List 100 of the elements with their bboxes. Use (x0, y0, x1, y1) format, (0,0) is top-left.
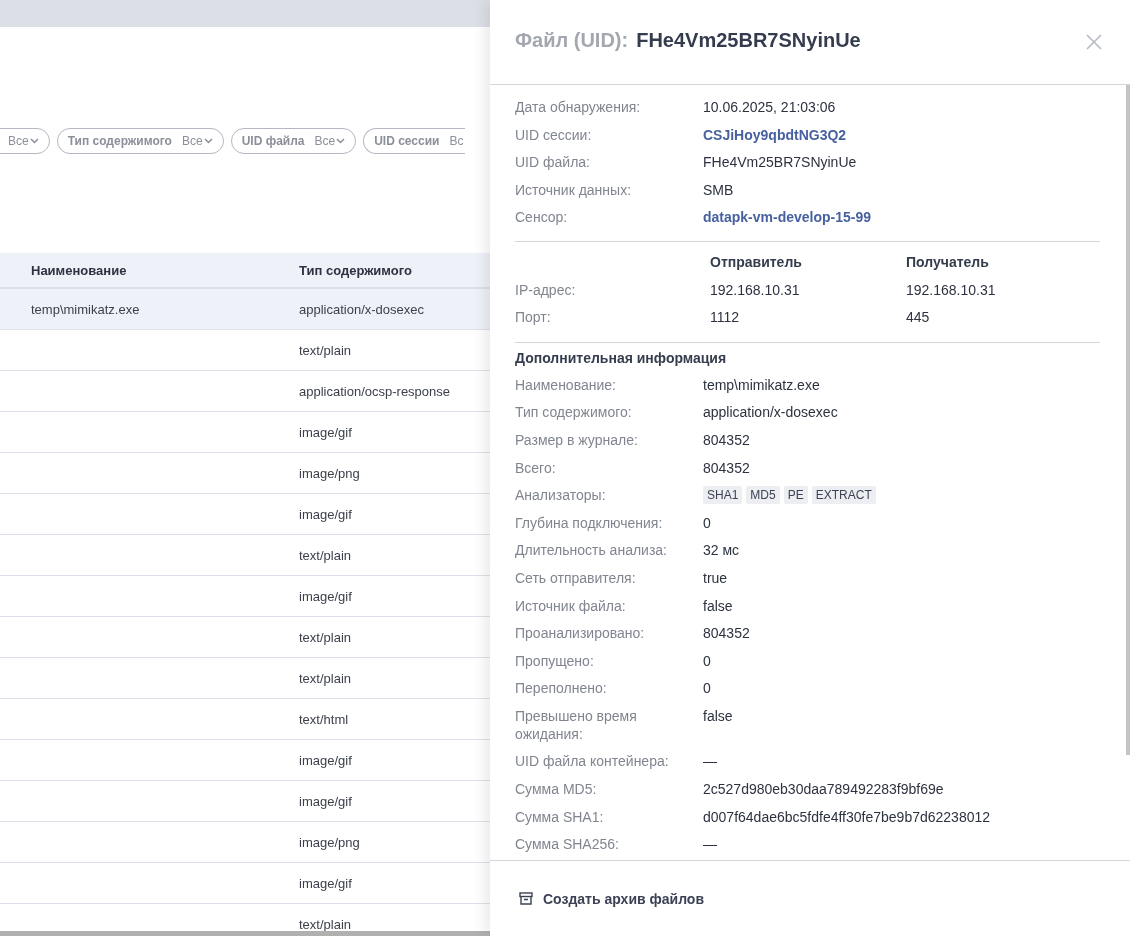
scrollbar[interactable] (1126, 85, 1130, 755)
column-header: Наименование (30, 262, 128, 278)
field-label: Превышено время ожидания: (515, 706, 638, 743)
table-cell: image/gif (299, 588, 352, 604)
field-label: Анализаторы: (515, 486, 607, 505)
table-row[interactable]: text/html (0, 699, 490, 740)
link[interactable]: CSJiHoy9qbdtNG3Q2 (703, 125, 847, 144)
table-row[interactable]: image/gif (0, 494, 490, 535)
field-value: 445 (906, 309, 931, 328)
field-label: UID сессии: (515, 125, 593, 144)
table-cell: image/gif (299, 424, 352, 440)
field-value: 32 мс (703, 541, 740, 560)
field-value: 804352 (703, 458, 750, 477)
field-value: d007f64dae6bc5fdfe4ff30fe7be9b7d62238012 (703, 807, 991, 826)
chevron-down-icon (336, 138, 346, 144)
field-value: 192.168.10.31 (710, 281, 801, 300)
table-cell: temp\mimikatz.exe (31, 301, 140, 317)
column-header: Получатель (906, 253, 990, 272)
field-value: temp\mimikatz.exe (703, 375, 820, 394)
field-label: Длительность анализа: (515, 541, 668, 560)
table-row[interactable]: image/gif (0, 412, 490, 453)
field-value: application/x-dosexec (703, 403, 838, 422)
tag: SHA1 (703, 486, 743, 505)
field-value: 0 (703, 651, 711, 670)
field-value: 10.06.2025, 21:03:06 (703, 98, 836, 116)
table-cell: image/png (299, 834, 360, 850)
field-value: FHe4Vm25BR7SNyinUe (703, 153, 857, 172)
table-row[interactable]: image/png (0, 822, 490, 863)
table-row[interactable]: text/plain (0, 617, 490, 658)
table-row[interactable]: image/gif (0, 576, 490, 617)
panel-title-label: Файл (UID): (515, 28, 629, 52)
table-row[interactable]: image/gif (0, 863, 490, 904)
field-label: Наименование: (515, 375, 617, 394)
chevron-down-icon (29, 138, 39, 144)
scrollbar[interactable] (0, 931, 490, 936)
field-value: false (703, 706, 733, 726)
table-cell: text/plain (299, 342, 352, 358)
field-value: SMB (703, 180, 734, 199)
table-row[interactable]: application/ocsp-response (0, 371, 490, 412)
field-label: Сумма MD5: (515, 780, 598, 799)
field-label: Источник файла: (515, 596, 627, 615)
table-cell: image/gif (299, 875, 352, 891)
table-row[interactable]: text/plain (0, 330, 490, 371)
field-label: Пропущено: (515, 651, 595, 670)
create-archive-button[interactable]: Создать архив файлов (515, 886, 708, 911)
table-cell: application/x-dosexec (299, 301, 425, 317)
field-label: Проанализировано: (515, 624, 646, 643)
field-value: false (703, 596, 733, 615)
field-label: Порт: (515, 309, 552, 328)
field-label: Сенсор: (515, 208, 569, 227)
field-label: Дата обнаружения: (515, 98, 642, 116)
table-row[interactable]: image/png (0, 453, 490, 494)
field-label: Тип содержимого: (515, 403, 633, 422)
tag: MD5 (746, 486, 780, 505)
field-value: — (703, 835, 717, 854)
field-label: Переполнено: (515, 679, 608, 698)
table-cell: text/plain (299, 916, 352, 932)
table-cell: text/plain (299, 670, 352, 686)
chevron-down-icon (203, 138, 213, 144)
table-row[interactable]: temp\mimikatz.exe application/x-dosexec (0, 289, 490, 330)
field-value: 192.168.10.31 (906, 281, 997, 300)
panel-title: FHe4Vm25BR7SNyinUe (636, 28, 861, 52)
field-label: UID файла контейнера: (515, 752, 670, 771)
field-label: IP-адрес: (515, 281, 577, 300)
field-value: 804352 (703, 624, 750, 643)
field-value: — (703, 752, 717, 771)
table-cell: text/plain (299, 547, 352, 563)
field-label: Сеть отправителя: (515, 568, 637, 587)
table-row[interactable]: image/gif (0, 740, 490, 781)
section-title: Дополнительная информация (515, 348, 728, 368)
field-value: 804352 (703, 430, 750, 449)
table-cell: image/gif (299, 793, 352, 809)
table-row[interactable]: text/plain (0, 658, 490, 699)
table-cell: application/ocsp-response (299, 383, 451, 399)
table-cell: text/plain (299, 629, 352, 645)
field-label: Источник данных: (515, 180, 633, 199)
field-label: Всего: (515, 458, 557, 477)
table-cell: image/gif (299, 752, 352, 768)
tag: EXTRACT (811, 486, 876, 505)
field-label: Глубина подключения: (515, 513, 664, 532)
close-icon[interactable] (1086, 34, 1102, 50)
field-value: 2c527d980eb30daa789492283f9bf69e (703, 780, 944, 799)
field-label: Размер в журнале: (515, 430, 639, 449)
column-header: Тип содержимого (299, 262, 413, 278)
table-cell: image/gif (299, 506, 352, 522)
field-value: 0 (703, 513, 711, 532)
field-label: Сумма SHA1: (515, 807, 605, 826)
link[interactable]: datapk-vm-develop-15-99 (703, 208, 872, 227)
table-row[interactable]: image/gif (0, 781, 490, 822)
field-value: true (703, 568, 728, 587)
field-value: 0 (703, 679, 711, 698)
tag: PE (783, 486, 808, 505)
table-row[interactable]: text/plain (0, 535, 490, 576)
field-label: Сумма SHA256: (515, 835, 620, 854)
table-cell: image/png (299, 465, 360, 481)
archive-box-icon (519, 892, 533, 905)
table-cell: text/html (299, 711, 349, 727)
field-label: UID файла: (515, 153, 591, 172)
field-value: 1112 (710, 309, 741, 328)
column-header: Отправитель (710, 253, 803, 272)
